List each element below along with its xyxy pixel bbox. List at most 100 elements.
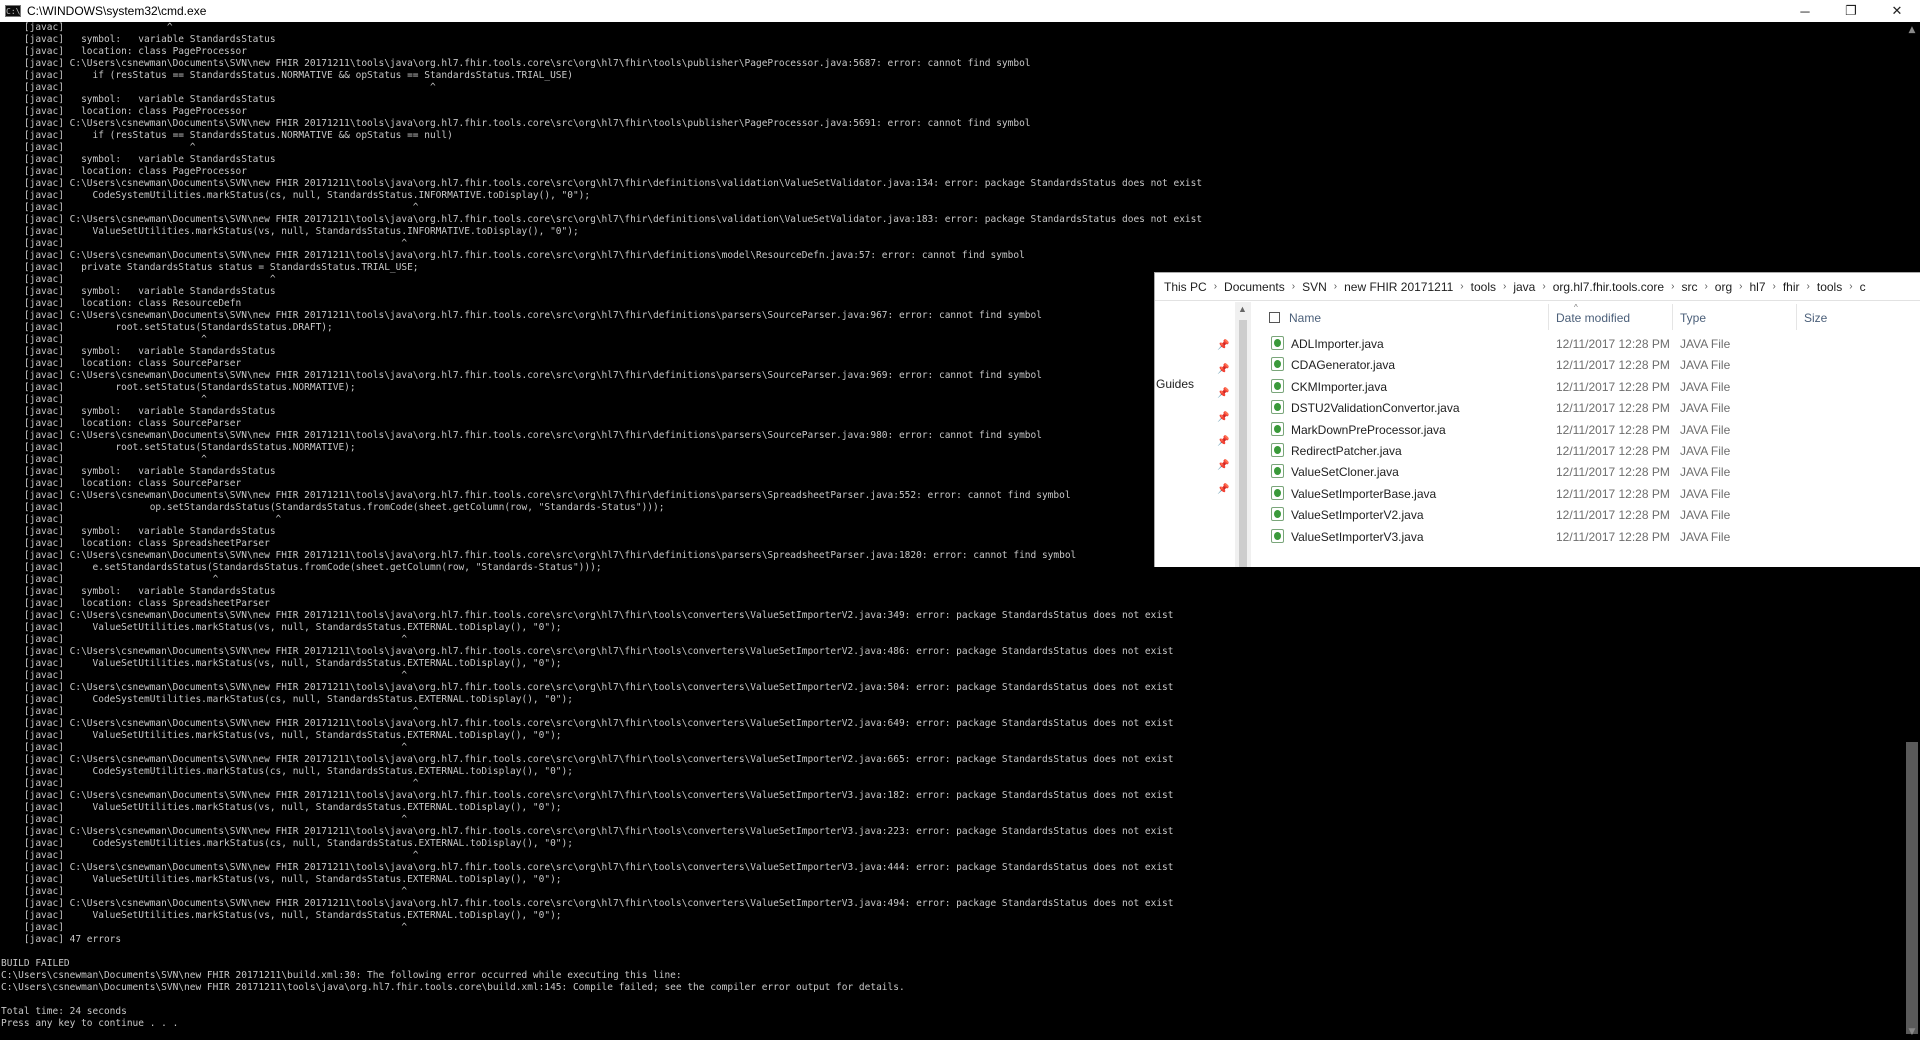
chevron-right-icon[interactable]: ›: [1803, 281, 1814, 292]
pin-icon[interactable]: 📌: [1217, 364, 1229, 376]
chevron-right-icon[interactable]: ›: [1210, 281, 1221, 292]
close-button[interactable]: ✕: [1874, 0, 1920, 22]
file-date-modified: 12/11/2017 12:28 PM: [1556, 486, 1670, 501]
column-date-modified[interactable]: Date modified: [1556, 311, 1630, 325]
scrollbar-thumb[interactable]: [1906, 742, 1918, 1034]
breadcrumb-item[interactable]: org.hl7.fhir.tools.core: [1550, 280, 1667, 294]
column-divider[interactable]: [1548, 304, 1549, 330]
java-file-icon: [1271, 507, 1284, 522]
scrollbar-thumb[interactable]: [1239, 320, 1247, 567]
scroll-up-arrow-icon[interactable]: ▲: [1238, 304, 1247, 314]
file-row[interactable]: ADLImporter.java 12/11/2017 12:28 PM JAVA …: [1252, 333, 1920, 354]
file-date-modified: 12/11/2017 12:28 PM: [1556, 465, 1670, 480]
console-line: [javac] ValueSetUtilities.markStatus(vs,…: [1, 802, 562, 813]
pin-icon[interactable]: 📌: [1217, 412, 1229, 424]
java-file-icon: [1271, 336, 1284, 350]
chevron-right-icon[interactable]: ›: [1735, 281, 1746, 292]
breadcrumb-item[interactable]: tools: [1814, 280, 1845, 294]
console-line: [javac] ^: [1, 922, 408, 933]
chevron-right-icon[interactable]: ›: [1845, 281, 1856, 292]
breadcrumb-item[interactable]: hl7: [1746, 280, 1768, 294]
console-line: [javac] symbol: variable StandardsStatus: [1, 586, 276, 597]
scroll-down-arrow-icon[interactable]: ▼: [1904, 1024, 1920, 1040]
console-line: [javac] ValueSetUtilities.markStatus(vs,…: [1, 730, 562, 741]
breadcrumb-item[interactable]: c: [1857, 280, 1869, 294]
scroll-up-arrow-icon[interactable]: ▲: [1904, 22, 1920, 38]
file-row[interactable]: ValueSetImporterV2.java 12/11/2017 12:28 …: [1252, 504, 1920, 525]
file-name: ValueSetCloner.java: [1291, 465, 1399, 480]
minimize-button[interactable]: ─: [1782, 0, 1828, 22]
breadcrumb-item[interactable]: This PC: [1161, 280, 1210, 294]
column-divider[interactable]: [1796, 304, 1797, 330]
file-type: JAVA File: [1680, 486, 1731, 501]
console-line: [javac] C:\Users\csnewman\Documents\SVN\…: [1, 862, 1174, 873]
breadcrumb-item[interactable]: SVN: [1299, 280, 1330, 294]
breadcrumb-item[interactable]: org: [1712, 280, 1735, 294]
column-size[interactable]: Size: [1804, 311, 1827, 325]
chevron-right-icon[interactable]: ›: [1538, 281, 1549, 292]
file-row[interactable]: DSTU2ValidationConvertor.java 12/11/2017 …: [1252, 397, 1920, 418]
cmd-title-bar[interactable]: C:\ C:\WINDOWS\system32\cmd.exe ─ ❐ ✕: [0, 0, 1920, 22]
file-list: ^ Name Date modified Type Size ADLImport…: [1252, 302, 1920, 567]
select-all-checkbox[interactable]: [1269, 312, 1280, 323]
pin-icon[interactable]: 📌: [1217, 388, 1229, 400]
console-line: [javac] ^: [1, 706, 419, 717]
breadcrumb-item[interactable]: java: [1510, 280, 1538, 294]
console-line: [javac] C:\Users\csnewman\Documents\SVN\…: [1, 118, 1031, 129]
console-line: [javac] C:\Users\csnewman\Documents\SVN\…: [1, 898, 1174, 909]
console-line: [javac] ^: [1, 742, 408, 753]
column-header-row: ^ Name Date modified Type Size: [1252, 302, 1920, 332]
breadcrumb-item[interactable]: fhir: [1780, 280, 1803, 294]
console-line: [javac] C:\Users\csnewman\Documents\SVN\…: [1, 58, 1031, 69]
file-name: CKMImporter.java: [1291, 379, 1388, 394]
breadcrumb-item[interactable]: new FHIR 20171211: [1341, 280, 1456, 294]
console-line: [javac] C:\Users\csnewman\Documents\SVN\…: [1, 214, 1203, 225]
breadcrumb-item[interactable]: tools: [1468, 280, 1499, 294]
file-row[interactable]: ValueSetImporterV3.java 12/11/2017 12:28 …: [1252, 526, 1920, 547]
file-name: ValueSetImporterV2.java: [1291, 508, 1424, 523]
file-type: JAVA File: [1680, 337, 1731, 351]
file-row[interactable]: CDAGenerator.java 12/11/2017 12:28 PM JAVA…: [1252, 354, 1920, 375]
nav-pane-scrollbar[interactable]: ▲: [1235, 302, 1251, 567]
column-name[interactable]: Name: [1289, 311, 1321, 325]
column-type[interactable]: Type: [1680, 311, 1706, 325]
file-row[interactable]: MarkDownPreProcessor.java 12/11/2017 12:2…: [1252, 419, 1920, 440]
chevron-right-icon[interactable]: ›: [1700, 281, 1711, 292]
console-line: [javac] if (resStatus == StandardsStatus…: [1, 70, 573, 81]
file-row[interactable]: ValueSetCloner.java 12/11/2017 12:28 PM JA…: [1252, 461, 1920, 482]
console-line: [javac] CodeSystemUtilities.markStatus(c…: [1, 190, 591, 201]
chevron-right-icon[interactable]: ›: [1330, 281, 1341, 292]
pin-icon[interactable]: 📌: [1217, 484, 1229, 496]
pin-icon[interactable]: 📌: [1217, 340, 1229, 352]
restore-button[interactable]: ❐: [1828, 0, 1874, 22]
console-line: [javac] if (resStatus == StandardsStatus…: [1, 130, 453, 141]
pin-icon[interactable]: 📌: [1217, 460, 1229, 472]
column-divider[interactable]: [1672, 304, 1673, 330]
file-row[interactable]: CKMImporter.java 12/11/2017 12:28 PM JAVA …: [1252, 376, 1920, 397]
console-line: [javac] C:\Users\csnewman\Documents\SVN\…: [1, 646, 1174, 657]
chevron-right-icon[interactable]: ›: [1499, 281, 1510, 292]
chevron-right-icon[interactable]: ›: [1288, 281, 1299, 292]
chevron-right-icon[interactable]: ›: [1456, 281, 1467, 292]
console-line: [javac] ^: [1, 82, 436, 93]
address-breadcrumb[interactable]: This PC › Documents › SVN › new FHIR 20171211 ›…: [1155, 273, 1920, 301]
breadcrumb-item[interactable]: Documents: [1221, 280, 1288, 294]
console-line: [javac] ^: [1, 814, 408, 825]
file-date-modified: 12/11/2017 12:28 PM: [1556, 358, 1670, 373]
console-line: [javac] ^: [1, 850, 419, 861]
console-line: BUILD FAILED: [1, 958, 70, 969]
chevron-right-icon[interactable]: ›: [1667, 281, 1678, 292]
file-name: MarkDownPreProcessor.java: [1291, 422, 1446, 437]
file-explorer-window: This PC › Documents › SVN › new FHIR 20171211 ›…: [1154, 272, 1920, 567]
chevron-right-icon[interactable]: ›: [1769, 281, 1780, 292]
file-type: JAVA File: [1680, 465, 1731, 480]
console-line: [javac] ValueSetUtilities.markStatus(vs,…: [1, 658, 562, 669]
file-row[interactable]: RedirectPatcher.java 12/11/2017 12:28 PM J…: [1252, 440, 1920, 461]
file-row[interactable]: ValueSetImporterBase.java 12/11/2017 12:2…: [1252, 483, 1920, 504]
pin-icon[interactable]: 📌: [1217, 436, 1229, 448]
java-file-icon: [1271, 357, 1284, 372]
nav-item-guides[interactable]: Guides: [1156, 377, 1194, 391]
console-line: [javac] C:\Users\csnewman\Documents\SVN\…: [1, 826, 1174, 837]
file-name: ValueSetImporterV3.java: [1291, 529, 1424, 544]
breadcrumb-item[interactable]: src: [1678, 280, 1700, 294]
